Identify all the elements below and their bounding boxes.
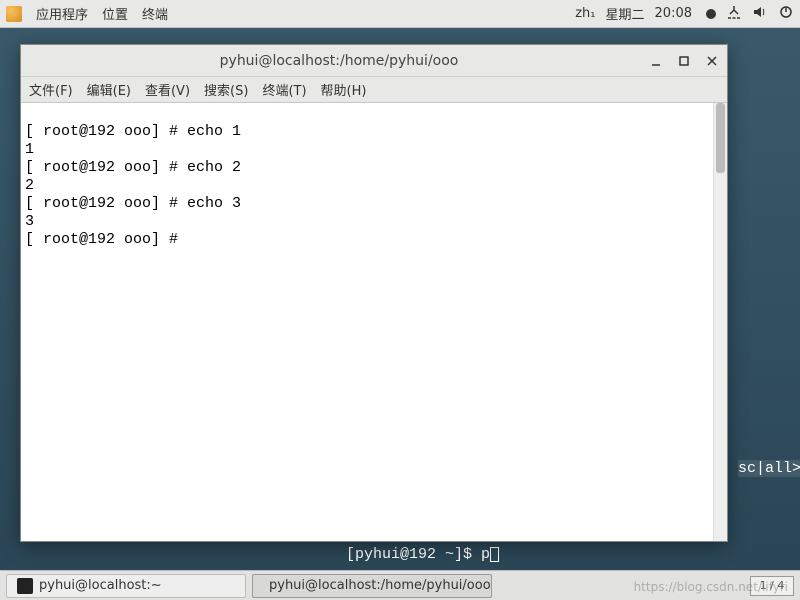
terminal-content[interactable]: [ root@192 ooo] # echo 1 1 [ root@192 oo… xyxy=(21,103,727,541)
terminal-window: pyhui@localhost:/home/pyhui/ooo 文件(F) 编辑… xyxy=(20,44,728,542)
terminal-line: 1 xyxy=(25,141,34,158)
background-terminal-fragment: sc|all> xyxy=(738,460,800,477)
menu-view[interactable]: 查看(V) xyxy=(145,80,190,99)
taskbar-item-2[interactable]: pyhui@localhost:/home/pyhui/ooo xyxy=(252,574,492,598)
volume-icon[interactable] xyxy=(752,4,768,24)
terminal-line: [ root@192 ooo] # xyxy=(25,231,187,248)
watermark: https://blog.csdn.net/lifyri xyxy=(634,580,788,594)
record-indicator-icon xyxy=(706,9,716,19)
menu-help[interactable]: 帮助(H) xyxy=(321,80,367,99)
input-method-indicator[interactable]: zh₁ xyxy=(575,6,595,21)
maximize-button[interactable] xyxy=(677,54,691,68)
terminal-menu[interactable]: 终端 xyxy=(142,4,168,23)
terminal-line: [ root@192 ooo] # echo 1 xyxy=(25,123,241,140)
network-icon[interactable] xyxy=(726,4,742,24)
close-button[interactable] xyxy=(705,54,719,68)
minimize-button[interactable] xyxy=(649,54,663,68)
clock[interactable]: 20:08 xyxy=(655,6,692,21)
places-menu[interactable]: 位置 xyxy=(102,4,128,23)
menu-edit[interactable]: 编辑(E) xyxy=(87,80,131,99)
applications-menu[interactable]: 应用程序 xyxy=(36,4,88,23)
terminal-line: [ root@192 ooo] # echo 3 xyxy=(25,195,241,212)
day-label: 星期二 xyxy=(606,4,645,23)
gnome-logo-icon xyxy=(6,6,22,22)
top-panel: 应用程序 位置 终端 zh₁ 星期二 20:08 xyxy=(0,0,800,28)
scrollbar-thumb[interactable] xyxy=(716,103,725,173)
bg-cursor-icon xyxy=(490,547,499,562)
power-icon[interactable] xyxy=(778,4,794,24)
system-tray: zh₁ 星期二 20:08 xyxy=(575,4,794,24)
window-title: pyhui@localhost:/home/pyhui/ooo xyxy=(29,53,649,69)
taskbar-item-1[interactable]: pyhui@localhost:~ xyxy=(6,574,246,598)
menu-terminal[interactable]: 终端(T) xyxy=(262,80,306,99)
terminal-line: 2 xyxy=(25,177,34,194)
terminal-line: 3 xyxy=(25,213,34,230)
terminal-line: [ root@192 ooo] # echo 2 xyxy=(25,159,241,176)
menu-search[interactable]: 搜索(S) xyxy=(204,80,248,99)
taskbar-item-label: pyhui@localhost:/home/pyhui/ooo xyxy=(269,578,491,593)
titlebar[interactable]: pyhui@localhost:/home/pyhui/ooo xyxy=(21,45,727,77)
menubar: 文件(F) 编辑(E) 查看(V) 搜索(S) 终端(T) 帮助(H) xyxy=(21,77,727,103)
menu-file[interactable]: 文件(F) xyxy=(29,80,73,99)
taskbar-item-label: pyhui@localhost:~ xyxy=(39,578,162,593)
terminal-icon xyxy=(17,578,33,594)
scrollbar[interactable] xyxy=(713,103,727,541)
